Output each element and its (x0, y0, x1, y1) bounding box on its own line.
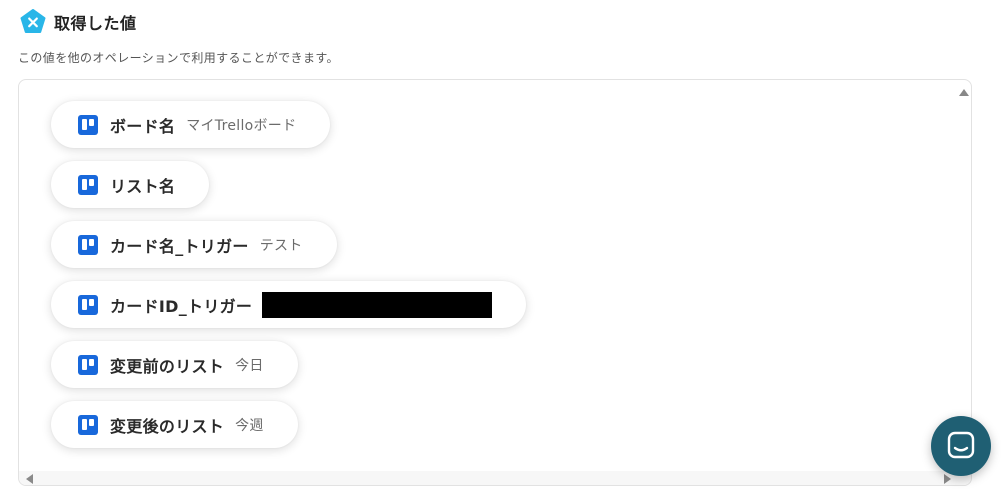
horizontal-scrollbar[interactable] (19, 471, 971, 485)
value-item-list-name[interactable]: リスト名 (51, 161, 210, 208)
value-item-new-list[interactable]: 変更後のリスト 今週 (51, 401, 298, 448)
value-item-previous-list[interactable]: 変更前のリスト 今日 (51, 341, 298, 388)
scroll-up-arrow[interactable] (959, 87, 969, 97)
trello-icon (78, 414, 98, 435)
scroll-right-arrow[interactable] (944, 474, 951, 484)
value-item-card-id[interactable]: カードID_トリガー (51, 281, 527, 328)
value-item-label: ボード名 (110, 116, 176, 136)
trello-icon (78, 234, 98, 255)
value-item-value: 今週 (235, 417, 264, 434)
yoom-x-icon (20, 9, 46, 35)
values-panel: ボード名 マイTrelloボード リスト名 カード名_トリガー テスト カードI… (18, 79, 972, 486)
value-item-label: 変更前のリスト (110, 356, 225, 376)
value-item-board-name[interactable]: ボード名 マイTrelloボード (51, 101, 331, 148)
value-item-label: 変更後のリスト (110, 416, 225, 436)
chat-icon (947, 431, 975, 459)
value-item-value: 今日 (235, 357, 264, 374)
value-item-card-name[interactable]: カード名_トリガー テスト (51, 221, 337, 268)
value-item-label: リスト名 (110, 176, 176, 196)
value-item-value: マイTrelloボード (186, 117, 297, 134)
scroll-left-arrow[interactable] (26, 474, 33, 484)
trello-icon (78, 174, 98, 195)
redacted-value (262, 291, 493, 318)
section-description: この値を他のオペレーションで利用することができます。 (18, 51, 339, 65)
value-item-label: カードID_トリガー (110, 296, 253, 316)
trello-icon (78, 354, 98, 375)
chat-launcher-button[interactable] (931, 416, 991, 476)
trello-icon (78, 114, 98, 135)
trello-icon (78, 294, 98, 315)
section-header: 取得した値 (20, 9, 137, 35)
value-item-value: テスト (259, 237, 303, 254)
value-item-label: カード名_トリガー (110, 236, 249, 256)
section-title: 取得した値 (54, 14, 137, 33)
